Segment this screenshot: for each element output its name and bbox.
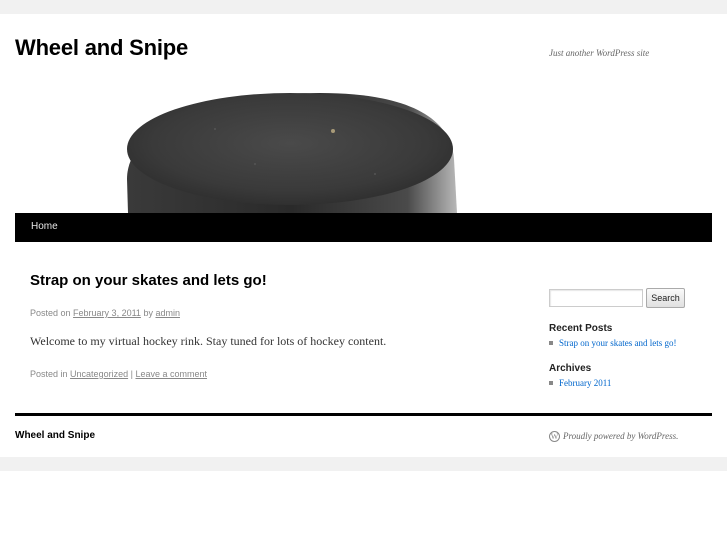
list-bullet [549, 341, 553, 346]
archive-item: February 2011 [549, 378, 611, 388]
utility-separator: | [130, 369, 133, 379]
post-author-link[interactable]: admin [155, 308, 180, 318]
main-navigation: Home [15, 213, 712, 242]
site-title[interactable]: Wheel and Snipe [15, 35, 188, 61]
powered-by-link[interactable]: W Proudly powered by WordPress. [549, 431, 679, 443]
powered-by-text: Proudly powered by WordPress. [563, 431, 679, 441]
category-link[interactable]: Uncategorized [70, 369, 128, 379]
recent-post-item: Strap on your skates and lets go! [549, 338, 676, 348]
post-meta: Posted on February 3, 2011 by admin [30, 308, 180, 318]
archives-heading: Archives [549, 363, 592, 374]
page-background-bottom [0, 457, 727, 471]
archive-link[interactable]: February 2011 [559, 378, 611, 388]
post-date-link[interactable]: February 3, 2011 [73, 308, 141, 318]
search-input[interactable] [549, 289, 643, 307]
post-content: Welcome to my virtual hockey rink. Stay … [30, 334, 387, 348]
footer-site-title[interactable]: Wheel and Snipe [15, 430, 95, 441]
leave-comment-link[interactable]: Leave a comment [135, 369, 207, 379]
wordpress-icon: W [549, 431, 560, 443]
posted-in-label: Posted in [30, 369, 68, 379]
posted-on-label: Posted on [30, 308, 71, 318]
recent-posts-heading: Recent Posts [549, 323, 613, 334]
list-bullet [549, 381, 553, 386]
post-utility: Posted in Uncategorized | Leave a commen… [30, 369, 207, 379]
footer-divider [15, 413, 712, 416]
by-label: by [143, 308, 153, 318]
site-description: Just another WordPress site [549, 48, 650, 58]
post-title[interactable]: Strap on your skates and lets go! [30, 272, 267, 289]
hockey-puck-image [127, 93, 457, 213]
search-button[interactable]: Search [646, 288, 685, 308]
header-banner-image [15, 69, 712, 213]
recent-post-link[interactable]: Strap on your skates and lets go! [559, 338, 676, 348]
page-background-top [0, 0, 727, 14]
nav-item-home[interactable]: Home [31, 221, 58, 232]
